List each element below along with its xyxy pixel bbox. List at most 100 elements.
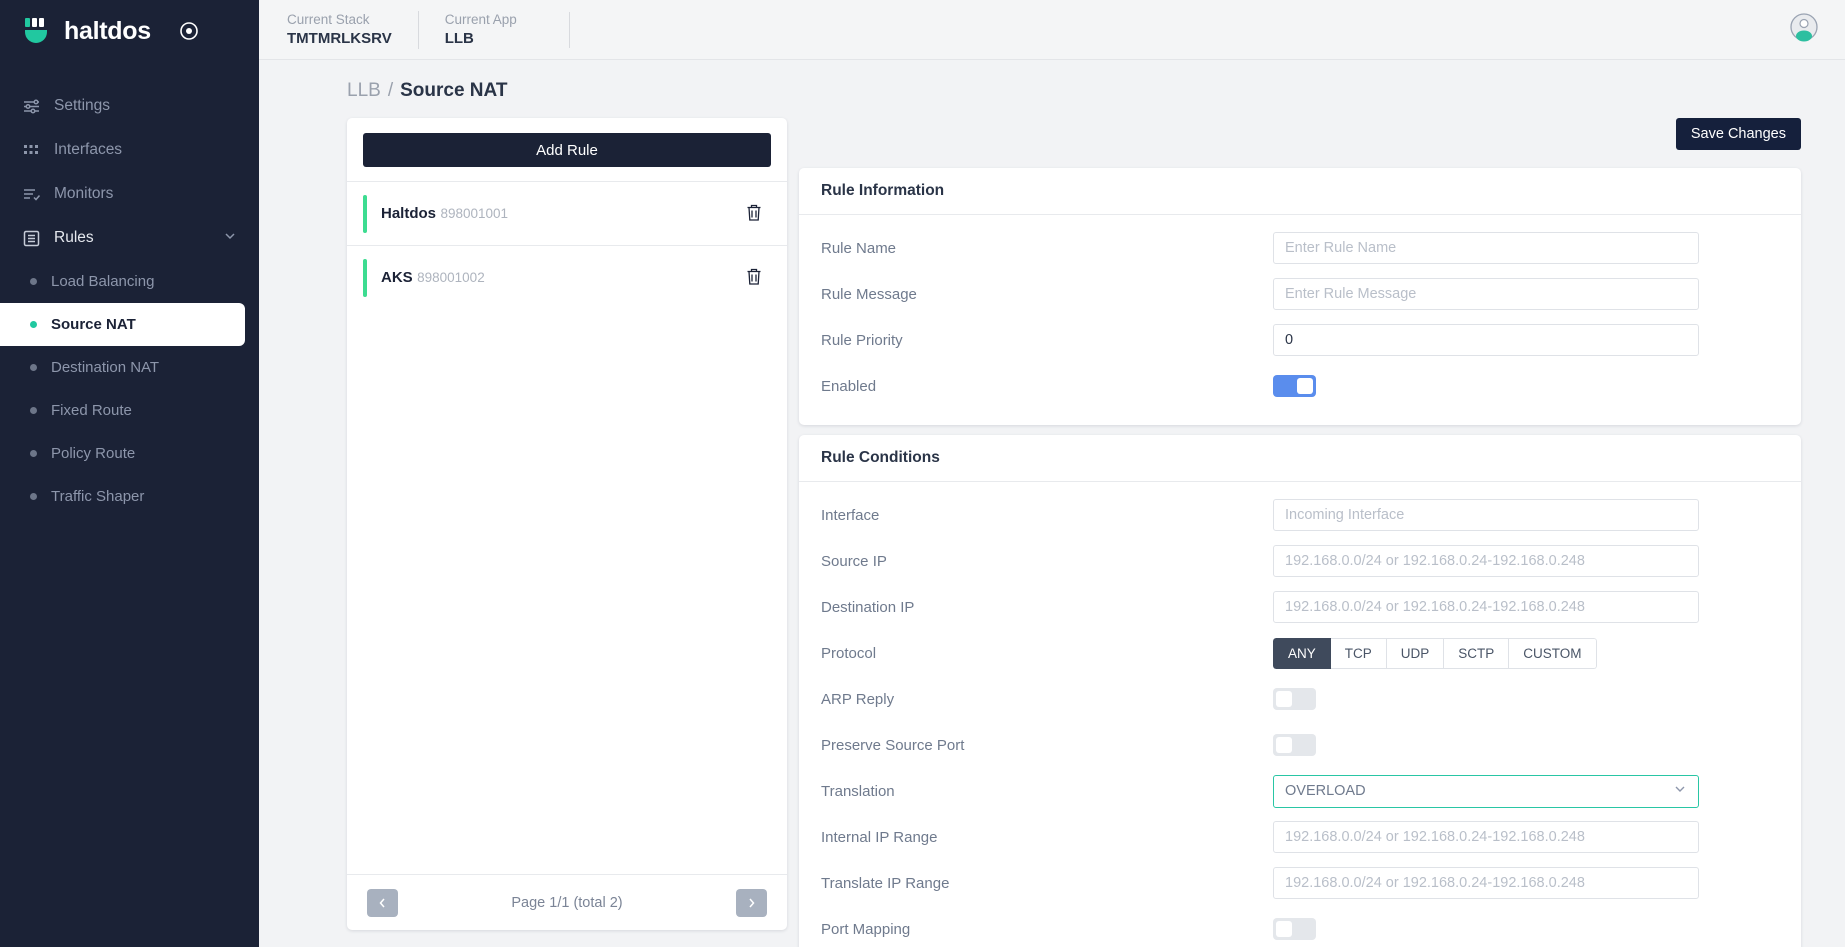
protocol-option-udp[interactable]: UDP	[1386, 637, 1445, 669]
add-rule-button[interactable]: Add Rule	[363, 133, 771, 167]
app-root: haltdos Settings Interfaces Monitors Rul…	[0, 0, 1845, 947]
user-avatar-icon[interactable]	[1789, 12, 1819, 47]
sidebar-item-interfaces[interactable]: Interfaces	[0, 128, 259, 172]
rule-information-title: Rule Information	[799, 168, 1801, 215]
field-rule-name: Rule Name	[821, 225, 1779, 271]
sidebar-nav: Settings Interfaces Monitors Rules Load …	[0, 84, 259, 518]
bullet-icon	[30, 493, 37, 500]
main-area: Current Stack TMTMRLKSRV Current App LLB…	[259, 0, 1845, 947]
sidebar-item-rules[interactable]: Rules	[0, 216, 259, 260]
pagination-next-button[interactable]	[736, 888, 767, 917]
field-protocol: Protocol ANY TCP UDP SCTP CUSTOM	[821, 630, 1779, 676]
trash-icon[interactable]	[741, 199, 767, 229]
protocol-option-tcp[interactable]: TCP	[1330, 637, 1387, 669]
save-button-row: Save Changes	[799, 118, 1801, 158]
interface-input[interactable]	[1273, 499, 1699, 531]
bullet-icon	[30, 450, 37, 457]
pagination-text: Page 1/1 (total 2)	[511, 894, 623, 911]
rule-status-bar	[363, 194, 367, 233]
sidebar-item-fixed-route[interactable]: Fixed Route	[0, 389, 245, 432]
translation-selected-value: OVERLOAD	[1285, 783, 1366, 799]
table-row[interactable]: AKS 898001002	[347, 245, 787, 309]
destination-ip-input[interactable]	[1273, 591, 1699, 623]
translation-select[interactable]: OVERLOAD	[1273, 774, 1699, 808]
enabled-label: Enabled	[821, 377, 877, 395]
rule-priority-input[interactable]	[1273, 324, 1699, 356]
sidebar-subitem-label: Fixed Route	[51, 402, 132, 419]
sidebar-item-load-balancing[interactable]: Load Balancing	[0, 260, 245, 303]
field-preserve-source-port: Preserve Source Port	[821, 722, 1779, 768]
rule-message-input[interactable]	[1273, 278, 1699, 310]
chevron-down-icon[interactable]	[223, 229, 237, 248]
current-app-label: Current App	[444, 11, 517, 27]
protocol-option-custom[interactable]: CUSTOM	[1509, 637, 1597, 669]
sidebar-item-policy-route[interactable]: Policy Route	[0, 432, 245, 475]
current-stack-label: Current Stack	[287, 11, 370, 27]
field-enabled: Enabled	[821, 363, 1779, 409]
sidebar-item-destination-nat[interactable]: Destination NAT	[0, 346, 245, 389]
rule-id: 898001002	[417, 270, 485, 285]
protocol-segmented-control: ANY TCP UDP SCTP CUSTOM	[1273, 637, 1597, 669]
rule-name: AKS	[381, 269, 413, 286]
protocol-option-any[interactable]: ANY	[1273, 637, 1331, 669]
sliders-icon	[22, 97, 40, 115]
topbar: Current Stack TMTMRLKSRV Current App LLB	[259, 0, 1845, 60]
save-changes-button[interactable]: Save Changes	[1675, 118, 1801, 150]
preserve-source-port-toggle[interactable]	[1273, 734, 1316, 756]
enabled-toggle[interactable]	[1273, 375, 1316, 397]
bullet-icon	[30, 278, 37, 285]
translate-ip-range-input[interactable]	[1273, 867, 1699, 899]
sidebar-item-label: Interfaces	[54, 141, 123, 158]
target-icon[interactable]	[179, 21, 199, 41]
interface-label: Interface	[821, 506, 880, 524]
rule-list: Haltdos 898001001 AKS 898001002	[347, 181, 787, 874]
sidebar-item-source-nat[interactable]: Source NAT	[0, 303, 245, 346]
preserve-source-port-label: Preserve Source Port	[821, 736, 965, 754]
current-stack: Current Stack TMTMRLKSRV	[287, 11, 418, 49]
table-row[interactable]: Haltdos 898001001	[347, 181, 787, 245]
content-area: Add Rule Haltdos 898001001 AKS 898001002…	[259, 102, 1845, 947]
translation-label: Translation	[821, 782, 895, 800]
protocol-label: Protocol	[821, 644, 877, 662]
field-interface: Interface	[821, 492, 1779, 538]
internal-ip-range-input[interactable]	[1273, 821, 1699, 853]
rule-conditions-title: Rule Conditions	[799, 435, 1801, 482]
rule-name-input[interactable]	[1273, 232, 1699, 264]
current-app: Current App LLB	[417, 10, 543, 49]
internal-ip-range-label: Internal IP Range	[821, 828, 938, 846]
rule-priority-label: Rule Priority	[821, 331, 903, 349]
rule-information-body: Rule Name Rule Message Rule Priority	[799, 215, 1801, 425]
current-stack-value: TMTMRLKSRV	[287, 29, 392, 47]
field-rule-priority: Rule Priority	[821, 317, 1779, 363]
translate-ip-range-label: Translate IP Range	[821, 874, 950, 892]
rule-texts: Haltdos 898001001	[381, 203, 741, 224]
sidebar-subitem-label: Load Balancing	[51, 273, 155, 290]
sidebar-item-label: Settings	[54, 97, 111, 114]
arp-reply-toggle[interactable]	[1273, 688, 1316, 710]
sidebar-item-settings[interactable]: Settings	[0, 84, 259, 128]
rule-form-column: Save Changes Rule Information Rule Name …	[799, 118, 1801, 947]
rule-list-panel: Add Rule Haltdos 898001001 AKS 898001002…	[347, 118, 787, 930]
chevron-down-icon	[1673, 782, 1687, 800]
port-mapping-toggle[interactable]	[1273, 918, 1316, 940]
sidebar-item-label: Monitors	[54, 185, 114, 202]
rule-name: Haltdos	[381, 205, 437, 222]
bullet-icon	[30, 364, 37, 371]
sidebar-item-traffic-shaper[interactable]: Traffic Shaper	[0, 475, 245, 518]
pagination-prev-button[interactable]	[367, 888, 398, 917]
sidebar-item-monitors[interactable]: Monitors	[0, 172, 259, 216]
field-arp-reply: ARP Reply	[821, 676, 1779, 722]
source-ip-input[interactable]	[1273, 545, 1699, 577]
breadcrumb-separator: /	[387, 80, 394, 101]
rule-status-bar	[363, 258, 367, 297]
breadcrumb-parent[interactable]: LLB	[347, 80, 381, 102]
grid-dots-icon	[22, 141, 40, 159]
field-source-ip: Source IP	[821, 538, 1779, 584]
destination-ip-label: Destination IP	[821, 598, 915, 616]
topbar-divider	[568, 11, 570, 48]
sidebar-subitem-label: Destination NAT	[51, 359, 160, 376]
field-destination-ip: Destination IP	[821, 584, 1779, 630]
rule-name-label: Rule Name	[821, 239, 897, 257]
protocol-option-sctp[interactable]: SCTP	[1444, 637, 1510, 669]
trash-icon[interactable]	[741, 263, 767, 293]
